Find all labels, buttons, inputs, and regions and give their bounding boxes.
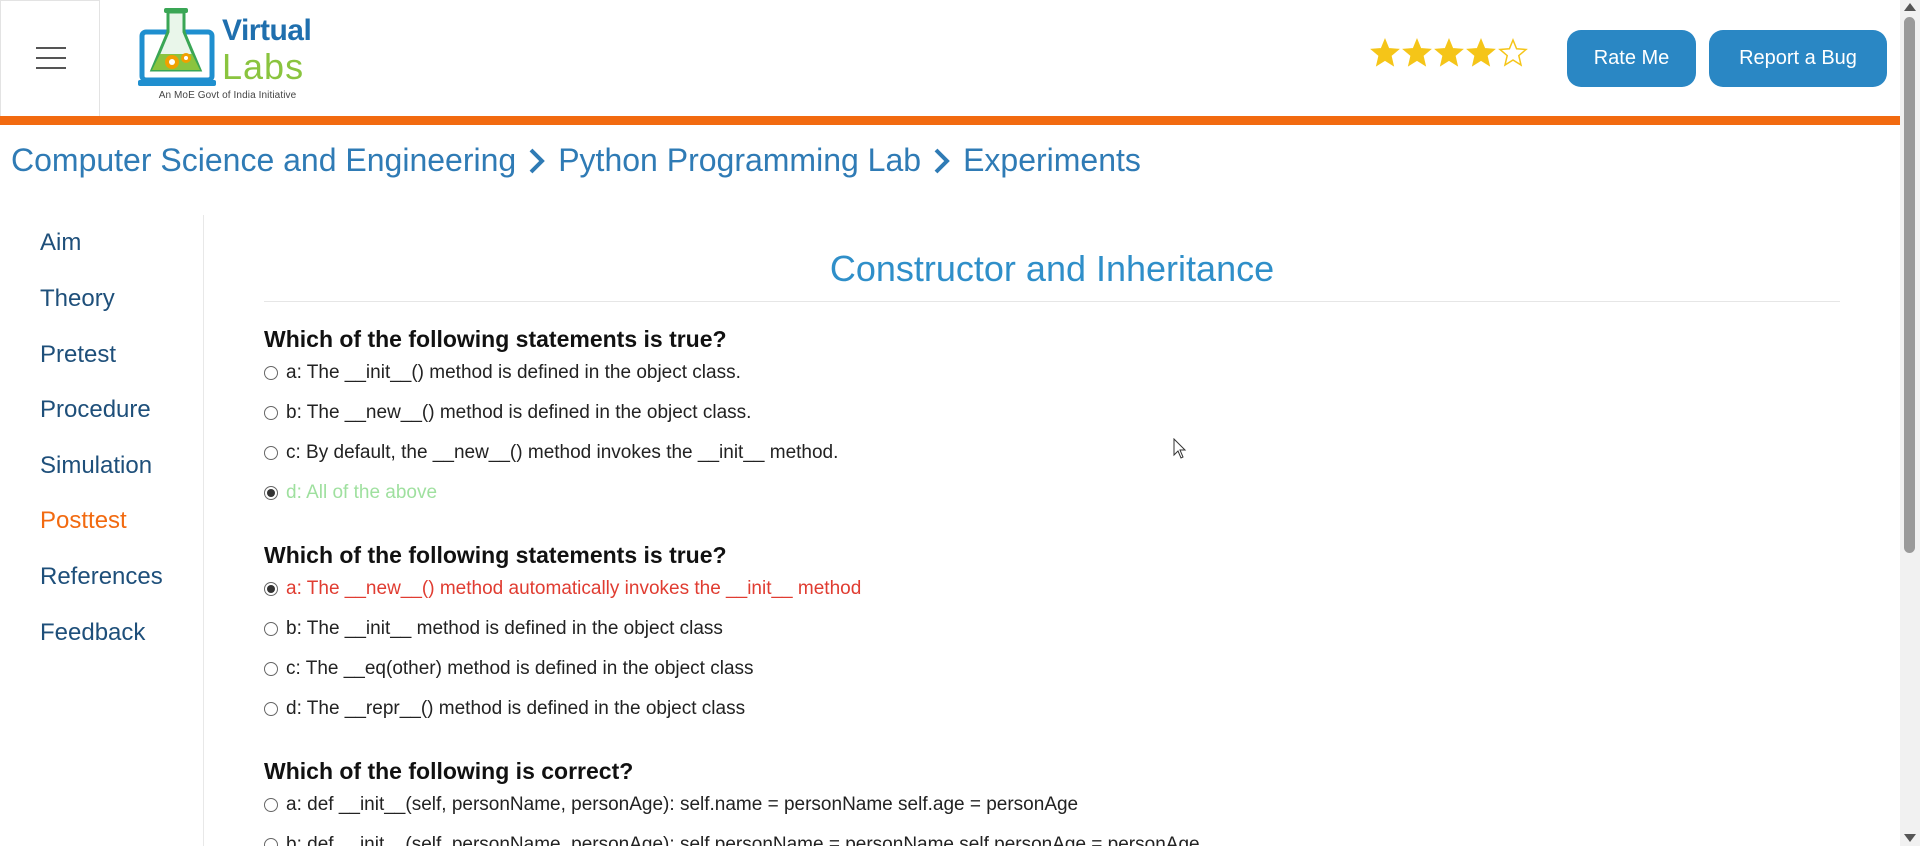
breadcrumb-computer-science[interactable]: Computer Science and Engineering: [11, 142, 516, 179]
vertical-scrollbar[interactable]: [1900, 0, 1920, 846]
scrollbar-thumb[interactable]: [1904, 17, 1915, 553]
breadcrumb: Computer Science and Engineering Python …: [11, 142, 1141, 179]
star-filled-icon[interactable]: [1434, 38, 1464, 68]
logo-text-labs: Labs: [222, 46, 305, 87]
star-filled-icon[interactable]: [1370, 38, 1400, 68]
header-accent-bar: [0, 116, 1900, 125]
q1-option-c[interactable]: c: By default, the __new__() method invo…: [264, 442, 838, 464]
radio-button[interactable]: [264, 366, 278, 380]
option-label: a: def __init__(self, personName, person…: [286, 794, 1079, 815]
logo-tagline: An MoE Govt of India Initiative: [158, 90, 297, 101]
page-title: Constructor and Inheritance: [829, 248, 1275, 289]
option-label: d: All of the above: [286, 482, 438, 503]
radio-button-selected[interactable]: [264, 582, 278, 596]
menu-toggle-container: [0, 0, 100, 117]
q3-option-a[interactable]: a: def __init__(self, personName, person…: [264, 794, 1078, 816]
hamburger-menu-icon[interactable]: [36, 47, 66, 69]
breadcrumb-experiments[interactable]: Experiments: [963, 142, 1141, 179]
star-filled-icon[interactable]: [1466, 38, 1496, 68]
q1-option-a[interactable]: a: The __init__() method is defined in t…: [264, 362, 741, 384]
logo-text-virtual: Virtual: [222, 14, 312, 47]
option-label: c: The __eq(other) method is defined in …: [286, 658, 754, 679]
star-rating[interactable]: [1370, 38, 1528, 68]
question-1: Which of the following statements is tru…: [264, 326, 727, 352]
site-header: Virtual Labs An MoE Govt of India Initia…: [0, 0, 1900, 117]
chevron-right-icon: [934, 148, 950, 173]
sidebar-item-feedback[interactable]: Feedback: [40, 619, 145, 647]
sidebar-item-simulation[interactable]: Simulation: [40, 452, 152, 480]
star-empty-icon[interactable]: [1498, 38, 1528, 68]
radio-button[interactable]: [264, 406, 278, 420]
q2-option-a[interactable]: a: The __new__() method automatically in…: [264, 578, 861, 600]
chevron-right-icon: [529, 148, 546, 173]
sidebar-item-theory[interactable]: Theory: [40, 285, 115, 313]
scroll-up-arrow-icon[interactable]: [1904, 3, 1916, 11]
q2-option-b[interactable]: b: The __init__ method is defined in the…: [264, 618, 723, 640]
option-label: d: The __repr__() method is defined in t…: [286, 698, 746, 719]
radio-button[interactable]: [264, 622, 278, 636]
report-bug-button[interactable]: Report a Bug: [1709, 30, 1887, 87]
q1-option-b[interactable]: b: The __new__() method is defined in th…: [264, 402, 751, 424]
q2-option-d[interactable]: d: The __repr__() method is defined in t…: [264, 698, 745, 720]
sidebar-item-aim[interactable]: Aim: [40, 229, 81, 257]
star-filled-icon[interactable]: [1402, 38, 1432, 68]
title-divider: [264, 301, 1840, 302]
radio-button[interactable]: [264, 662, 278, 676]
sidebar-item-pretest[interactable]: Pretest: [40, 341, 116, 369]
option-label: a: The __new__() method automatically in…: [286, 578, 862, 599]
sidebar-item-posttest[interactable]: Posttest: [40, 507, 127, 535]
q1-option-d[interactable]: d: All of the above: [264, 482, 437, 504]
radio-button-selected[interactable]: [264, 486, 278, 500]
option-label: b: def __init__(self, personName, person…: [286, 834, 1200, 846]
radio-button[interactable]: [264, 702, 278, 716]
question-2: Which of the following statements is tru…: [264, 542, 727, 568]
scroll-down-arrow-icon[interactable]: [1904, 834, 1916, 842]
radio-button[interactable]: [264, 798, 278, 812]
radio-button[interactable]: [264, 838, 278, 846]
option-label: b: The __new__() method is defined in th…: [286, 402, 752, 423]
q2-option-c[interactable]: c: The __eq(other) method is defined in …: [264, 658, 754, 680]
radio-button[interactable]: [264, 446, 278, 460]
question-3: Which of the following is correct?: [264, 758, 634, 784]
breadcrumb-python-lab[interactable]: Python Programming Lab: [558, 142, 921, 179]
q3-option-b[interactable]: b: def __init__(self, personName, person…: [264, 834, 1200, 846]
option-label: c: By default, the __new__() method invo…: [286, 442, 839, 463]
rate-me-button[interactable]: Rate Me: [1567, 30, 1696, 87]
option-label: a: The __init__() method is defined in t…: [286, 362, 741, 383]
sidebar-item-procedure[interactable]: Procedure: [40, 396, 151, 424]
sidebar-nav: Aim Theory Pretest Procedure Simulation …: [0, 215, 204, 846]
option-label: b: The __init__ method is defined in the…: [286, 618, 723, 639]
sidebar-item-references[interactable]: References: [40, 563, 163, 591]
mouse-cursor-icon: [1173, 438, 1187, 459]
